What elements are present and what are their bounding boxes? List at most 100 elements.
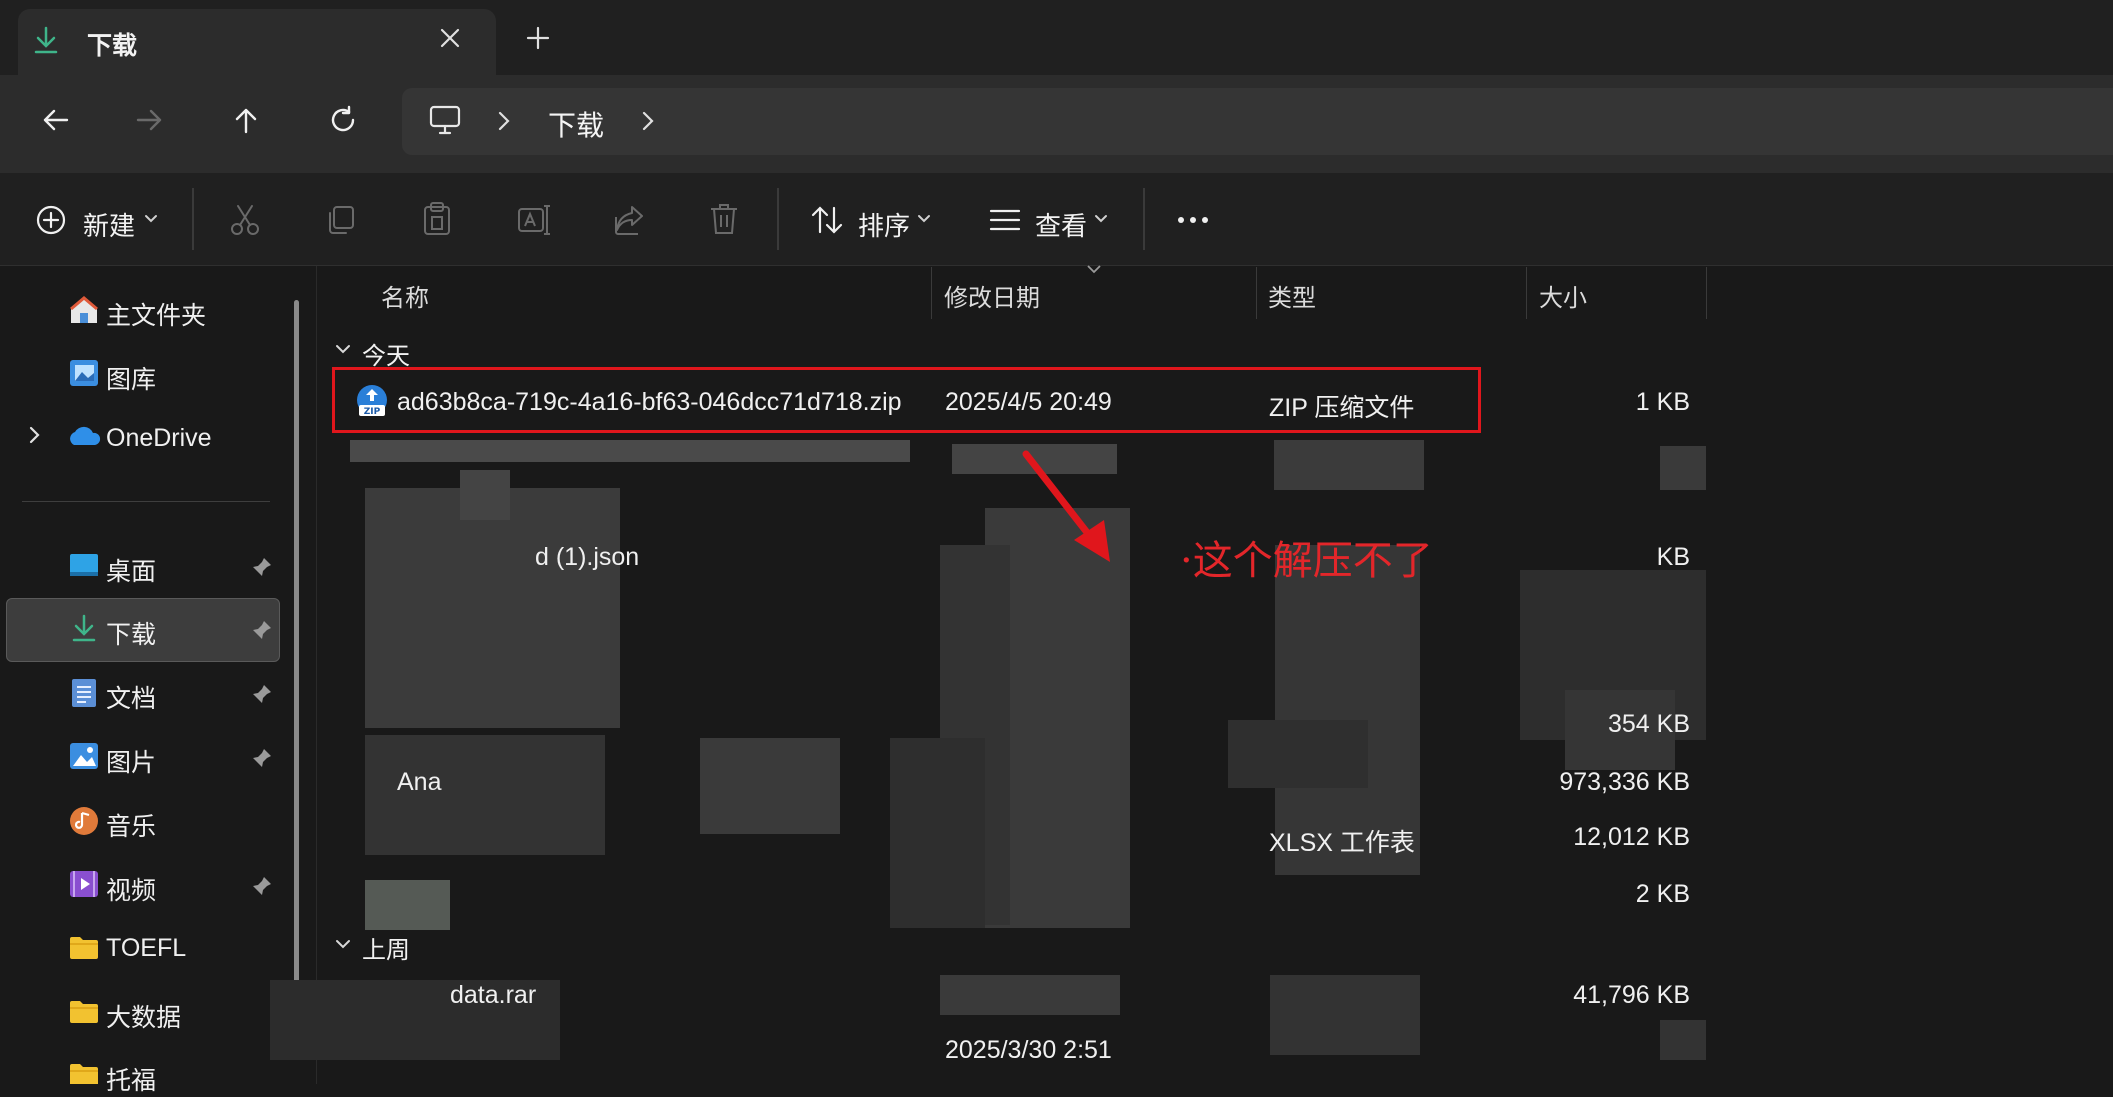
sidebar-item-toefl[interactable]: TOEFL xyxy=(106,934,186,963)
sidebar-item-home[interactable]: 主文件夹 xyxy=(106,296,206,332)
column-divider[interactable] xyxy=(1706,267,1707,319)
file-size-fragment: 41,796 KB xyxy=(1573,981,1690,1009)
breadcrumb-downloads[interactable]: 下载 xyxy=(548,104,604,144)
tab-title: 下载 xyxy=(87,32,138,60)
sidebar-item-gallery[interactable]: 图库 xyxy=(106,360,156,396)
file-name-fragment[interactable]: data.rar xyxy=(450,981,536,1010)
pin-icon[interactable] xyxy=(251,556,273,578)
chevron-down-icon[interactable] xyxy=(143,212,159,226)
highlight-box xyxy=(332,367,1481,433)
column-size[interactable]: 大小 xyxy=(1539,278,1587,313)
chevron-down-icon[interactable] xyxy=(1093,212,1109,226)
redacted-block xyxy=(365,880,450,930)
annotation-arrow xyxy=(1010,440,1130,570)
desktop-icon xyxy=(68,552,100,580)
back-button[interactable] xyxy=(40,105,70,135)
video-icon xyxy=(68,869,100,899)
column-divider[interactable] xyxy=(931,267,932,319)
sidebar-item-bigdata[interactable]: 大数据 xyxy=(106,998,181,1034)
sidebar-item-documents[interactable]: 文档 xyxy=(106,679,156,715)
sidebar-scrollbar[interactable] xyxy=(294,300,299,1055)
file-type-fragment: XLSX 工作表 xyxy=(1269,829,1415,857)
folder-icon xyxy=(68,999,100,1025)
sidebar-item-tuofu[interactable]: 托福 xyxy=(106,1061,156,1097)
sidebar-divider xyxy=(22,501,270,502)
paste-icon[interactable] xyxy=(420,201,454,237)
column-modified[interactable]: 修改日期 xyxy=(944,278,1040,313)
chevron-down-icon[interactable] xyxy=(916,212,932,226)
more-options-icon[interactable] xyxy=(1175,208,1211,232)
chevron-right-icon[interactable] xyxy=(27,425,43,445)
new-tab-button[interactable] xyxy=(526,26,550,50)
view-icon[interactable] xyxy=(988,206,1022,234)
computer-icon[interactable] xyxy=(428,104,462,136)
redacted-block xyxy=(365,488,620,728)
address-bar[interactable] xyxy=(402,88,2113,155)
redacted-block xyxy=(1274,440,1424,490)
document-icon xyxy=(70,677,98,709)
redacted-block xyxy=(350,440,910,462)
close-icon[interactable] xyxy=(438,26,462,50)
pin-icon[interactable] xyxy=(251,747,273,769)
rename-icon[interactable] xyxy=(516,203,552,237)
music-icon xyxy=(68,805,100,837)
file-size-fragment: KB xyxy=(1656,543,1690,571)
copy-icon[interactable] xyxy=(324,203,358,237)
sidebar-item-onedrive[interactable]: OneDrive xyxy=(106,424,212,453)
sort-icon[interactable] xyxy=(810,204,844,236)
sort-button[interactable]: 排序 xyxy=(858,206,910,243)
group-last-week[interactable]: 上周 xyxy=(362,930,410,965)
group-today[interactable]: 今天 xyxy=(362,336,410,371)
pictures-icon xyxy=(68,741,100,771)
gallery-icon xyxy=(68,358,100,388)
new-button[interactable]: 新建 xyxy=(83,206,135,243)
column-divider[interactable] xyxy=(1256,267,1257,319)
view-button[interactable]: 查看 xyxy=(1035,206,1087,243)
up-button[interactable] xyxy=(231,105,261,135)
plus-circle-icon[interactable] xyxy=(35,204,67,236)
file-modified-fragment: 2025/3/30 2:51 xyxy=(945,1036,1112,1064)
file-name-fragment[interactable]: d (1).json xyxy=(535,543,639,572)
file-size-fragment: 354 KB xyxy=(1607,710,1690,738)
refresh-button[interactable] xyxy=(328,105,358,135)
sidebar-item-desktop[interactable]: 桌面 xyxy=(106,552,156,588)
download-icon xyxy=(33,26,59,54)
folder-icon xyxy=(68,1062,100,1084)
column-name[interactable]: 名称 xyxy=(381,278,429,313)
toolbar-divider xyxy=(192,188,194,250)
redacted-block xyxy=(700,738,840,834)
sidebar-item-videos[interactable]: 视频 xyxy=(106,871,156,907)
chevron-right-icon[interactable] xyxy=(494,109,514,133)
redacted-block xyxy=(1660,1020,1706,1060)
toolbar-divider xyxy=(1143,188,1145,250)
folder-icon xyxy=(68,935,100,961)
cloud-icon xyxy=(66,425,102,447)
redacted-block xyxy=(1228,720,1368,788)
redacted-block xyxy=(1270,975,1420,1055)
column-divider[interactable] xyxy=(1526,267,1527,319)
chevron-down-icon[interactable] xyxy=(334,342,352,356)
sidebar-item-pictures[interactable]: 图片 xyxy=(106,743,156,779)
pin-icon[interactable] xyxy=(251,619,273,641)
sidebar-item-music[interactable]: 音乐 xyxy=(106,807,156,843)
pin-icon[interactable] xyxy=(251,875,273,897)
annotation-text: ·这个解压不了 xyxy=(1180,538,1433,584)
redacted-block xyxy=(940,975,1120,1015)
cut-icon[interactable] xyxy=(228,203,262,237)
redacted-block xyxy=(890,738,985,928)
share-icon[interactable] xyxy=(612,203,646,237)
file-size-fragment: 973,336 KB xyxy=(1559,768,1690,796)
chevron-right-icon[interactable] xyxy=(638,109,658,133)
forward-button[interactable] xyxy=(135,105,165,135)
pin-icon[interactable] xyxy=(251,683,273,705)
download-icon xyxy=(71,614,97,642)
redacted-block xyxy=(1660,446,1706,490)
sort-indicator-icon xyxy=(1086,264,1102,274)
chevron-down-icon[interactable] xyxy=(334,937,352,951)
file-size-fragment: 2 KB xyxy=(1635,880,1690,908)
column-type[interactable]: 类型 xyxy=(1268,278,1316,313)
file-name-fragment[interactable]: Ana xyxy=(397,768,441,797)
file-size: 1 KB xyxy=(1635,388,1690,416)
toolbar-divider xyxy=(777,188,779,250)
delete-icon[interactable] xyxy=(708,202,740,236)
